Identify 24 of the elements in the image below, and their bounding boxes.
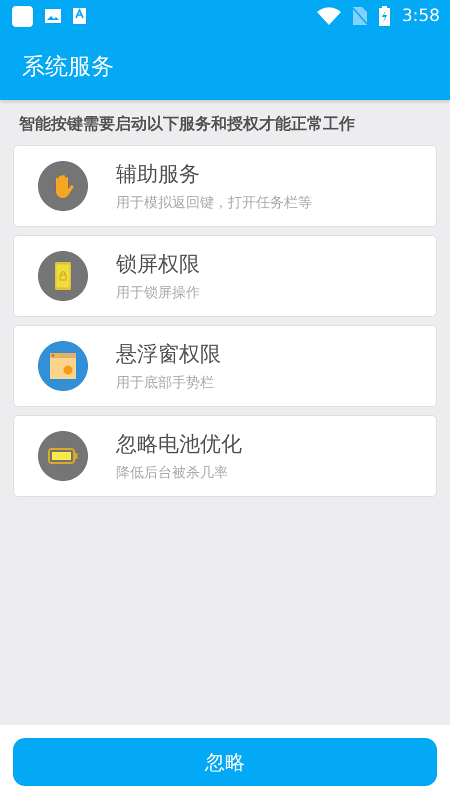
service-title: 悬浮窗权限 [116,341,221,368]
window-icon [50,353,76,379]
intro-text: 智能按键需要启动以下服务和授权才能正常工作 [18,113,356,135]
font-icon [73,8,86,24]
service-description: 用于底部手势栏 [116,374,215,392]
service-card[interactable]: 锁屏权限 用于锁屏操作 [13,235,437,317]
service-card[interactable]: 忽略电池优化 降低后台被杀几率 [13,415,437,497]
notification-icon [12,6,33,26]
image-icon [45,9,61,23]
service-title: 锁屏权限 [116,251,200,278]
service-title: 忽略电池优化 [116,431,242,458]
service-card[interactable]: 悬浮窗权限 用于底部手势栏 [13,325,437,407]
battery-charging-icon [378,6,390,26]
clock-time: 3:58 [402,6,440,26]
service-description: 降低后台被杀几率 [116,464,229,482]
battery-icon [48,448,78,464]
phone-lock-icon [55,262,71,290]
service-description: 用于锁屏操作 [116,284,200,302]
service-description: 用于模拟返回键，打开任务栏等 [116,194,312,212]
service-card[interactable]: 辅助服务 用于模拟返回键，打开任务栏等 [13,145,437,227]
wifi-icon [316,7,341,25]
app-bar-title: 系统服务 [22,52,114,82]
no-sim-icon [352,7,367,25]
service-title: 辅助服务 [116,161,201,188]
